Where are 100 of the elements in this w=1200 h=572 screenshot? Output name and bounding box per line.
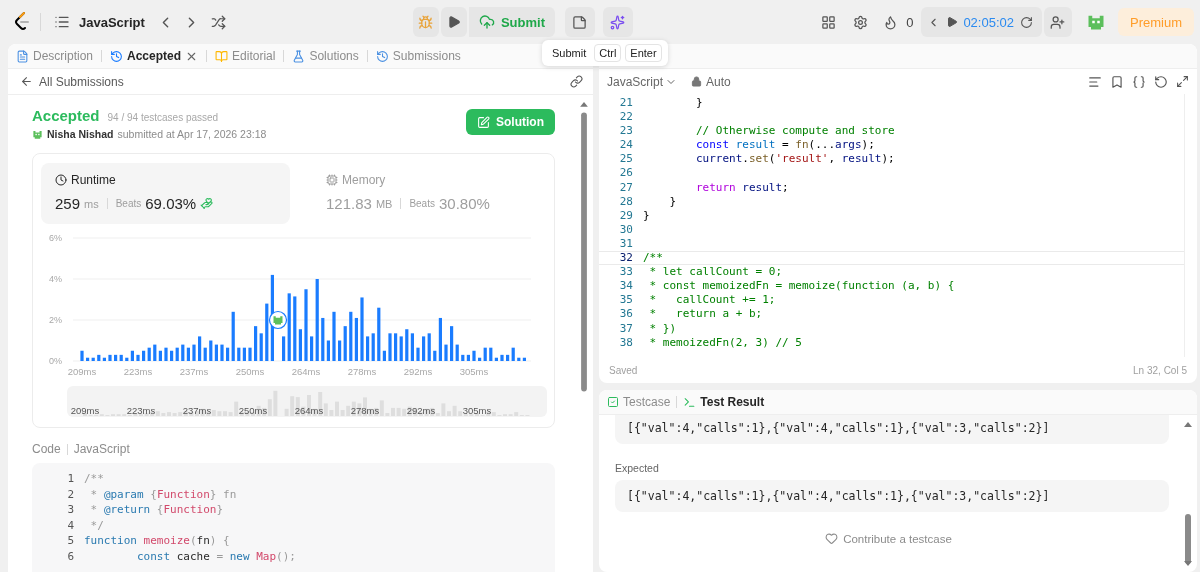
chart-bar[interactable] [231,311,235,361]
chart-bar[interactable] [181,344,185,361]
mode-label[interactable]: Auto [706,74,731,89]
chart-bar[interactable] [366,336,370,361]
tab[interactable]: Editorial [215,49,276,63]
solution-button[interactable]: Solution [466,109,555,135]
chart-bar[interactable] [220,344,224,361]
chart-bar[interactable] [214,344,218,361]
braces-icon[interactable] [1132,74,1146,89]
chart-bar[interactable] [304,289,308,361]
chart-bar[interactable] [209,340,213,361]
chart-bar[interactable] [394,333,398,361]
chart-bar[interactable] [461,354,465,361]
chart-bar[interactable] [332,311,336,361]
chart-bar[interactable] [287,293,291,361]
chart-bar[interactable] [326,340,330,361]
chart-bar[interactable] [310,336,314,361]
chart-bar[interactable] [494,357,498,361]
chart-bar[interactable] [147,347,151,361]
problem-list-title[interactable]: JavaScript [79,14,145,30]
note-icon[interactable] [565,7,595,37]
chart-bar[interactable] [175,347,179,361]
chart-bar[interactable] [388,333,392,361]
chart-bar[interactable] [427,333,431,361]
chart-bar[interactable] [354,317,358,361]
chart-bar[interactable] [455,344,459,361]
chart-bar[interactable] [254,326,258,361]
chart-bar[interactable] [500,354,504,361]
chart-bar[interactable] [226,347,230,361]
chart-bar[interactable] [186,347,190,361]
chart-bar[interactable] [198,336,202,361]
chart-bar[interactable] [472,350,476,361]
chart-bar[interactable] [478,357,482,361]
expand-icon[interactable] [1176,75,1189,88]
chart-bar[interactable] [259,333,263,361]
back-link[interactable]: All Submissions [20,74,124,89]
chart-bar[interactable] [282,336,286,361]
chart-bar[interactable] [343,326,347,361]
stat-panel[interactable]: Runtime 259 ms Beats 69.03% [41,163,290,224]
range-navigator[interactable]: 209ms 223ms 237ms 250ms 264ms 278ms 292ms 305ms [67,386,547,417]
sparkle-icon[interactable] [603,7,633,37]
format-icon[interactable] [1088,74,1102,89]
chart-bar[interactable] [466,354,470,361]
tab[interactable]: Solutions [292,49,359,63]
chart-bar[interactable] [119,354,123,361]
chart-bar[interactable] [237,347,241,361]
chart-bar[interactable] [522,357,526,361]
chart-bar[interactable] [293,296,297,361]
language-select[interactable]: JavaScript [607,74,678,89]
bookmark-icon[interactable] [1110,74,1124,89]
chart-bar[interactable] [142,350,146,361]
reset-icon[interactable] [1154,74,1168,89]
chart-bar[interactable] [338,340,342,361]
chart-bar[interactable] [410,333,414,361]
stat-panel[interactable]: Memory 121.83 MB Beats 30.80% [312,163,546,224]
chart-bar[interactable] [91,357,95,361]
contribute-link[interactable]: Contribute a testcase [825,532,952,545]
chart-bar[interactable] [416,347,420,361]
user-name[interactable]: Nisha Nishad [47,128,114,140]
run-icon[interactable] [440,7,467,37]
chart-bar[interactable] [321,317,325,361]
link-icon[interactable] [570,75,583,88]
chart-bar[interactable] [265,303,269,361]
chart-bar[interactable] [170,350,174,361]
chart-bar[interactable] [349,311,353,361]
chart-bar[interactable] [450,326,454,361]
chart-bar[interactable] [444,344,448,361]
chart-bar[interactable] [114,354,118,361]
chart-bar[interactable] [192,344,196,361]
chart-bar[interactable] [97,354,101,361]
submit-button[interactable]: Submit [468,7,555,37]
chart-bar[interactable] [242,347,246,361]
chart-bar[interactable] [360,297,364,361]
logo[interactable] [14,12,30,32]
chart-bar[interactable] [108,354,112,361]
add-user-icon[interactable] [1044,7,1072,37]
chart-bar[interactable] [405,329,409,361]
chart-bar[interactable] [158,350,162,361]
chart-bar[interactable] [315,279,319,361]
chart-bar[interactable] [164,347,168,361]
chart-bar[interactable] [203,347,207,361]
tab[interactable]: Submissions [375,49,461,63]
chart-bar[interactable] [248,347,252,361]
chart-bar[interactable] [80,350,84,361]
flask-icon [292,49,306,63]
chart-bar[interactable] [517,357,521,361]
chart-bar[interactable] [86,357,90,361]
chart-bar[interactable] [298,329,302,361]
chart-bar[interactable] [422,336,426,361]
chart-bar[interactable] [136,354,140,361]
tab[interactable]: Test Result [683,395,765,409]
chart-bar[interactable] [399,336,403,361]
tab[interactable]: Testcase [607,395,671,409]
tab[interactable]: Accepted [110,49,199,63]
chart-bar[interactable] [125,357,129,361]
tab[interactable]: Description [16,49,94,63]
chart-bar[interactable] [371,333,375,361]
chart-bar[interactable] [102,357,106,361]
chart-bar[interactable] [153,344,157,361]
premium-button[interactable]: Premium [1118,8,1194,36]
